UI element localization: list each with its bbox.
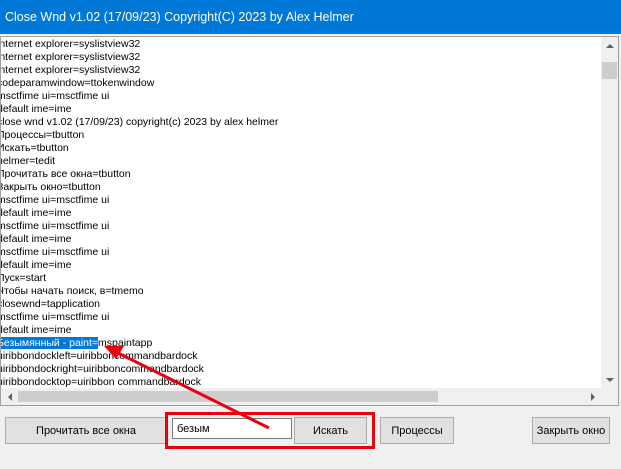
scroll-up-arrow-icon[interactable]	[601, 37, 618, 54]
scrollbar-corner	[601, 388, 618, 405]
memo-line-selected: Безымянный - paint=mspaintapp	[1, 337, 601, 350]
processes-button[interactable]: Процессы	[380, 417, 454, 444]
window-title: Close Wnd v1.02 (17/09/23) Copyright(C) …	[5, 10, 354, 24]
memo-line: default ime=ime	[1, 207, 72, 219]
memo-line: codeparamwindow=ttokenwindow	[1, 77, 155, 89]
title-bar: Close Wnd v1.02 (17/09/23) Copyright(C) …	[0, 0, 621, 34]
memo-window-list[interactable]: internet explorer=syslistview32 internet…	[0, 36, 619, 406]
memo-line: internet explorer=syslistview32	[1, 51, 141, 63]
memo-line: msctfime ui=msctfime ui	[1, 194, 110, 206]
memo-line: internet explorer=syslistview32	[1, 38, 141, 50]
memo-line: helmer=tedit	[1, 155, 56, 167]
memo-line: default ime=ime	[1, 259, 72, 271]
horizontal-scroll-thumb[interactable]	[18, 391, 438, 402]
memo-line: uiribbondockleft=uiribboncommandbardock	[1, 350, 198, 362]
memo-line: Закрыть окно=tbutton	[1, 181, 101, 193]
memo-line: default ime=ime	[1, 324, 72, 336]
memo-line: msctfime ui=msctfime ui	[1, 246, 110, 258]
memo-line: Процессы=tbutton	[1, 129, 85, 141]
selected-text: Безымянный - paint=	[1, 337, 99, 349]
search-input[interactable]	[172, 418, 292, 439]
memo-line: close wnd v1.02 (17/09/23) copyright(c) …	[1, 116, 279, 128]
memo-line: default ime=ime	[1, 103, 72, 115]
memo-line: Прочитать все окна=tbutton	[1, 168, 131, 180]
selected-line-rest: mspaintapp	[98, 337, 153, 349]
memo-line: Пуск=start	[1, 272, 47, 284]
memo-line: uiribbondockright=uiribboncommandbardock	[1, 363, 204, 375]
memo-line: closewnd=tapplication	[1, 298, 101, 310]
memo-line: Искать=tbutton	[1, 142, 69, 154]
memo-line: default ime=ime	[1, 233, 72, 245]
vertical-scrollbar[interactable]	[601, 37, 618, 388]
memo-line: msctfime ui=msctfime ui	[1, 311, 110, 323]
search-button[interactable]: Искать	[294, 417, 367, 444]
horizontal-scrollbar[interactable]	[1, 388, 601, 405]
scroll-down-arrow-icon[interactable]	[601, 371, 618, 388]
scroll-right-arrow-icon[interactable]	[584, 388, 601, 405]
memo-line: msctfime ui=msctfime ui	[1, 90, 110, 102]
vertical-scroll-thumb[interactable]	[602, 62, 617, 79]
memo-lines: internet explorer=syslistview32 internet…	[1, 38, 601, 390]
read-all-windows-button[interactable]: Прочитать все окна	[5, 417, 167, 444]
memo-line: msctfime ui=msctfime ui	[1, 220, 110, 232]
scroll-left-arrow-icon[interactable]	[1, 388, 18, 405]
memo-line: Чтобы начать поиск, в=tmemo	[1, 285, 144, 297]
close-window-button[interactable]: Закрыть окно	[532, 417, 610, 444]
memo-line: internet explorer=syslistview32	[1, 64, 141, 76]
